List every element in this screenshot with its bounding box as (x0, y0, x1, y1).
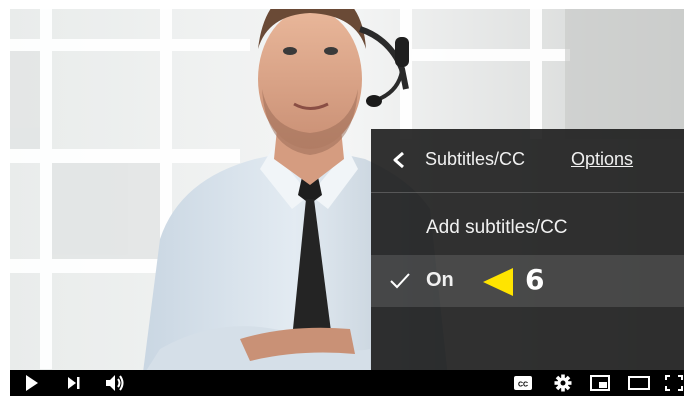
checkmark-icon (390, 273, 410, 289)
menu-item-label: Add subtitles/CC (426, 217, 568, 238)
menu-item-on[interactable]: On 6 (371, 255, 684, 307)
miniplayer-icon[interactable] (589, 370, 611, 396)
options-link[interactable]: Options (571, 149, 633, 170)
theater-icon[interactable] (627, 370, 651, 396)
menu-header: Subtitles/CC Options (371, 129, 684, 193)
annotation-step-number: 6 (525, 263, 545, 296)
menu-title: Subtitles/CC (425, 149, 526, 169)
control-bar: CC (10, 370, 684, 396)
cc-icon[interactable]: CC (513, 370, 533, 396)
fullscreen-icon[interactable] (664, 370, 684, 396)
next-icon[interactable] (66, 370, 82, 396)
cc-badge-text: CC (518, 382, 528, 389)
subtitles-menu: Subtitles/CC Options Add subtitles/CC On… (371, 129, 684, 371)
menu-item-add-subtitles[interactable]: Add subtitles/CC (371, 203, 684, 255)
play-icon[interactable] (24, 370, 40, 396)
volume-icon[interactable] (104, 370, 126, 396)
video-player[interactable]: Subtitles/CC Options Add subtitles/CC On… (10, 9, 684, 396)
menu-item-label: On (426, 269, 454, 291)
back-chevron-icon[interactable] (391, 151, 407, 169)
settings-icon[interactable] (553, 370, 573, 396)
annotation-arrow-icon (483, 268, 513, 296)
